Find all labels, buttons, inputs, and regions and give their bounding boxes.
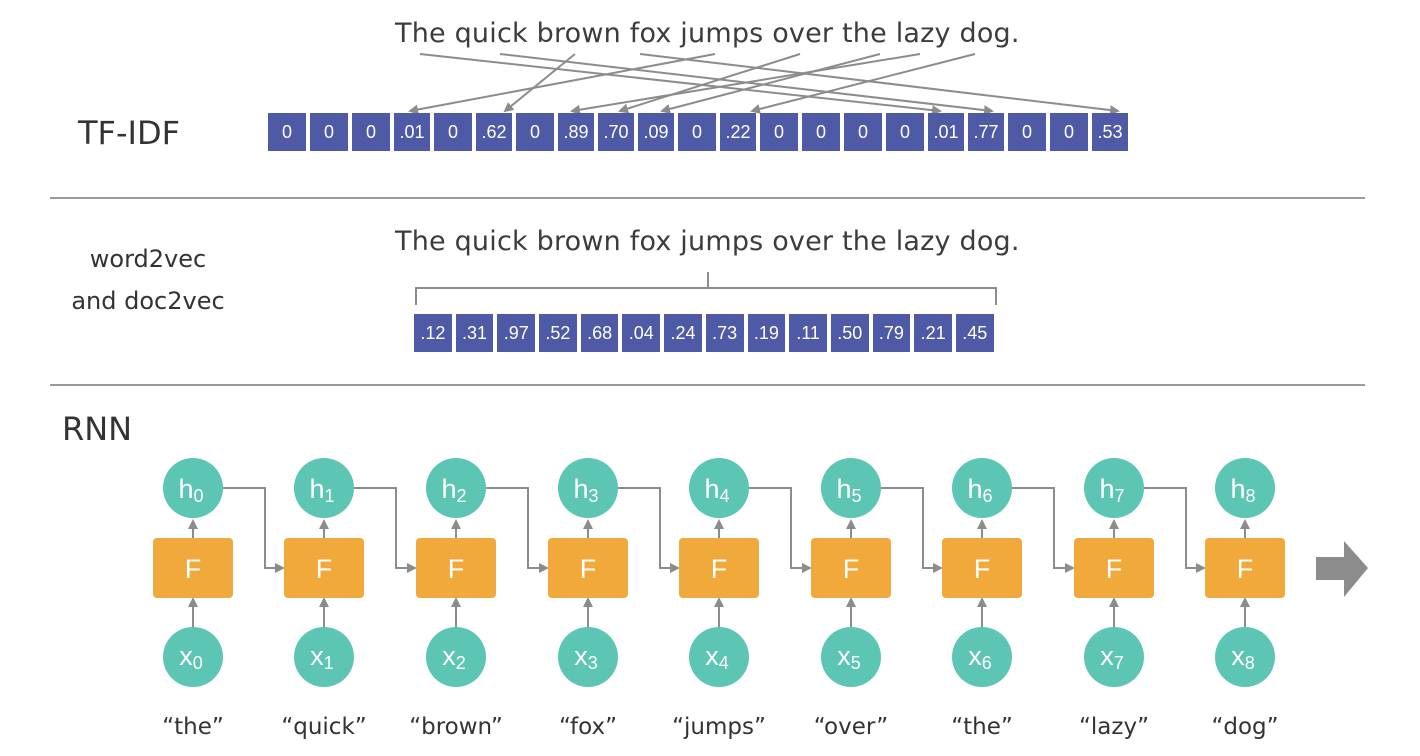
tfidf-label: TF-IDF [78,114,180,152]
tfidf-vector-cell: 0 [352,113,390,151]
tfidf-vector-cell: .01 [394,113,430,151]
function-label: F [185,554,202,584]
input-word: “the” [951,714,1013,740]
function-label: F [580,554,597,584]
doc2vec-vector-cell: .52 [539,314,577,352]
doc2vec-vector-cell: .12 [414,314,452,352]
function-label: F [1106,554,1123,584]
doc2vec-vector-cell: .73 [705,314,744,352]
tfidf-vector-cell: 0 [678,113,716,151]
tfidf-vector-cell: .70 [598,113,634,151]
doc2vec-vector-cell: .04 [622,314,661,352]
function-label: F [843,554,860,584]
doc2vec-vector-cell: .24 [664,314,702,352]
tfidf-vector-cell: 0 [310,113,348,151]
doc2vec-label-line1: word2vec [89,245,207,273]
doc2vec-vector-cell: .50 [830,314,869,352]
doc2vec-vector-cell: .45 [955,314,994,352]
doc2vec-label: word2vec and doc2vec [38,238,258,322]
section-divider-1 [50,197,1365,199]
mapping-arrow [408,53,716,115]
tfidf-vector-cell: .77 [968,113,1004,151]
section-divider-2 [50,384,1365,386]
input-word: “jumps” [672,714,766,740]
input-word: “over” [813,714,889,740]
tfidf-mapping-arrows [408,53,1120,116]
tfidf-vector: 0 0 0.01 0.62 0.89.70.09 0.22 0 0 0 0.01.77 0 0.53 [268,113,1128,151]
doc2vec-vector-cell: .19 [747,314,786,352]
doc2vec-vector-cell: .11 [789,314,827,352]
tfidf-vector-cell: 0 [886,113,924,151]
tfidf-vector-cell: 0 [1008,113,1046,151]
bracket-line [415,272,997,305]
doc2vec-sentence: The quick brown fox jumps over the lazy … [395,226,1020,257]
doc2vec-label-line2: and doc2vec [71,287,225,315]
input-word: “brown” [409,714,503,740]
tfidf-sentence: The quick brown fox jumps over the lazy … [395,18,1020,49]
tfidf-vector-cell: 0 [802,113,840,151]
doc2vec-vector-cell: .21 [914,314,952,352]
rnn-chain: h0Fx0h1Fx1h2Fx2h3Fx3h4Fx4h5Fx5h6Fx6h7Fx7… [153,458,1368,687]
doc2vec-vector-cell: .97 [497,314,536,352]
tfidf-vector-cell: 0 [760,113,798,151]
tfidf-vector-cell: .53 [1092,113,1128,151]
input-word: “the” [162,714,224,740]
tfidf-vector-cell: 0 [1050,113,1088,151]
tfidf-vector-cell: .89 [558,113,594,151]
doc2vec-bracket [415,272,997,305]
function-label: F [448,554,465,584]
input-word: “dog” [1211,714,1279,740]
rnn-label: RNN [62,410,133,448]
input-word: “fox” [558,714,618,740]
tfidf-vector-cell: 0 [434,113,472,151]
doc2vec-vector: .12.31.97.52.68.04.24.73.19.11.50.79.21.… [414,314,994,352]
function-label: F [316,554,333,584]
doc2vec-vector-cell: .68 [580,314,619,352]
tfidf-vector-cell: 0 [844,113,882,151]
tfidf-vector-cell: .62 [476,113,512,151]
function-label: F [1237,554,1254,584]
tfidf-vector-cell: .22 [720,113,756,151]
tfidf-vector-cell: 0 [516,113,554,151]
tfidf-vector-cell: 0 [268,113,306,151]
doc2vec-vector-cell: .31 [455,314,494,352]
input-word: “lazy” [1079,714,1149,740]
doc2vec-vector-cell: .79 [872,314,911,352]
function-label: F [711,554,728,584]
continuation-arrow-icon [1316,541,1368,597]
function-label: F [974,554,991,584]
input-word: “quick” [281,714,367,740]
tfidf-vector-cell: .01 [928,113,964,151]
tfidf-vector-cell: .09 [638,113,674,151]
